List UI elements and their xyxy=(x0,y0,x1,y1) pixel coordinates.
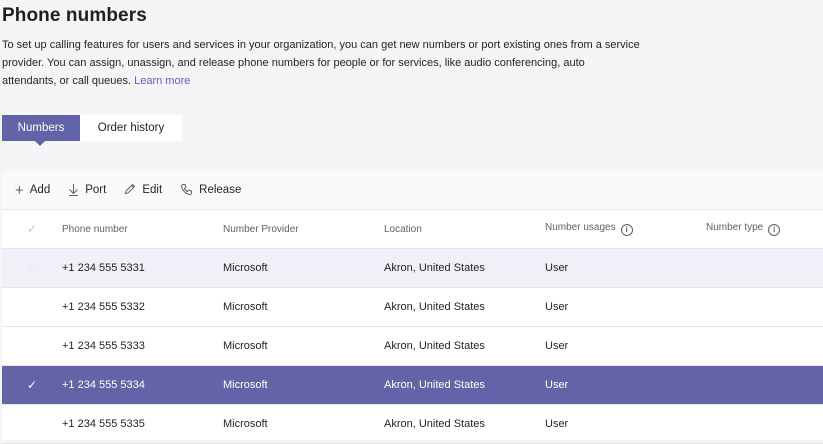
row-select-cell[interactable]: ✓ xyxy=(2,248,62,288)
port-label: Port xyxy=(85,184,107,196)
tab-order-history[interactable]: Order history xyxy=(80,115,182,141)
column-header-phone[interactable]: Phone number xyxy=(62,210,223,249)
page-description: To set up calling features for users and… xyxy=(2,36,642,90)
type-cell xyxy=(706,404,823,444)
add-label: Add xyxy=(29,184,51,196)
column-header-usage[interactable]: Number usages i xyxy=(545,210,706,249)
learn-more-link[interactable]: Learn more xyxy=(134,75,190,87)
phone-numbers-table: ✓ Phone number Number Provider Location … xyxy=(2,210,823,444)
type-cell xyxy=(706,248,823,288)
table-row[interactable]: +1 234 555 5333 Microsoft Akron, United … xyxy=(2,326,823,366)
location-cell: Akron, United States xyxy=(384,404,545,444)
phone-cell: +1 234 555 5335 xyxy=(62,404,223,444)
location-cell: Akron, United States xyxy=(384,365,545,405)
row-select-cell[interactable]: ✓ xyxy=(2,365,62,405)
phone-cell: +1 234 555 5331 xyxy=(62,248,223,288)
select-all-cell[interactable]: ✓ xyxy=(2,210,62,249)
provider-cell: Microsoft xyxy=(223,404,384,444)
location-cell: Akron, United States xyxy=(384,248,545,288)
add-button[interactable]: + Add xyxy=(2,171,59,209)
page-title: Phone numbers xyxy=(2,5,147,26)
toolbar: + Add Port Edit Release xyxy=(2,171,823,210)
row-select-cell[interactable] xyxy=(2,326,62,366)
row-select-cell[interactable] xyxy=(2,287,62,327)
usage-cell: User xyxy=(545,287,706,327)
description-text: To set up calling features for users and… xyxy=(2,39,640,87)
type-cell xyxy=(706,365,823,405)
release-button[interactable]: Release xyxy=(171,171,250,209)
location-cell: Akron, United States xyxy=(384,287,545,327)
usage-header-label: Number usages xyxy=(545,222,616,233)
edit-button[interactable]: Edit xyxy=(115,171,171,209)
table-row[interactable]: +1 234 555 5332 Microsoft Akron, United … xyxy=(2,287,823,327)
provider-cell: Microsoft xyxy=(223,326,384,366)
pencil-icon xyxy=(124,183,136,197)
usage-cell: User xyxy=(545,404,706,444)
phone-icon xyxy=(180,183,193,198)
location-cell: Akron, United States xyxy=(384,326,545,366)
provider-cell: Microsoft xyxy=(223,248,384,288)
select-all-check-icon[interactable]: ✓ xyxy=(27,222,37,236)
info-icon[interactable]: i xyxy=(620,224,633,236)
provider-cell: Microsoft xyxy=(223,365,384,405)
tab-bar: Numbers Order history xyxy=(2,115,182,146)
release-label: Release xyxy=(199,184,242,196)
type-cell xyxy=(706,287,823,327)
add-icon: + xyxy=(15,181,24,199)
table-row[interactable]: +1 234 555 5335 Microsoft Akron, United … xyxy=(2,404,823,444)
phone-cell: +1 234 555 5332 xyxy=(62,287,223,327)
type-header-label: Number type xyxy=(706,222,764,233)
column-header-type[interactable]: Number type i xyxy=(706,210,823,249)
numbers-panel: + Add Port Edit Release ✓ Phone number N… xyxy=(2,171,823,444)
table-row[interactable]: ✓ +1 234 555 5331 Microsoft Akron, Unite… xyxy=(2,248,823,288)
info-icon[interactable]: i xyxy=(768,224,781,236)
column-header-location[interactable]: Location xyxy=(384,210,545,249)
provider-cell: Microsoft xyxy=(223,287,384,327)
usage-cell: User xyxy=(545,248,706,288)
phone-cell: +1 234 555 5334 xyxy=(62,365,223,405)
table-header-row: ✓ Phone number Number Provider Location … xyxy=(2,210,823,249)
check-icon[interactable]: ✓ xyxy=(27,378,37,392)
phone-cell: +1 234 555 5333 xyxy=(62,326,223,366)
row-select-cell[interactable] xyxy=(2,404,62,444)
type-cell xyxy=(706,326,823,366)
download-arrow-icon xyxy=(68,183,79,198)
port-button[interactable]: Port xyxy=(59,171,115,209)
table-row-selected[interactable]: ✓ +1 234 555 5334 Microsoft Akron, Unite… xyxy=(2,365,823,405)
usage-cell: User xyxy=(545,326,706,366)
usage-cell: User xyxy=(545,365,706,405)
column-header-provider[interactable]: Number Provider xyxy=(223,210,384,249)
check-icon[interactable]: ✓ xyxy=(27,261,37,275)
edit-label: Edit xyxy=(142,184,163,196)
tab-numbers[interactable]: Numbers xyxy=(2,115,80,146)
